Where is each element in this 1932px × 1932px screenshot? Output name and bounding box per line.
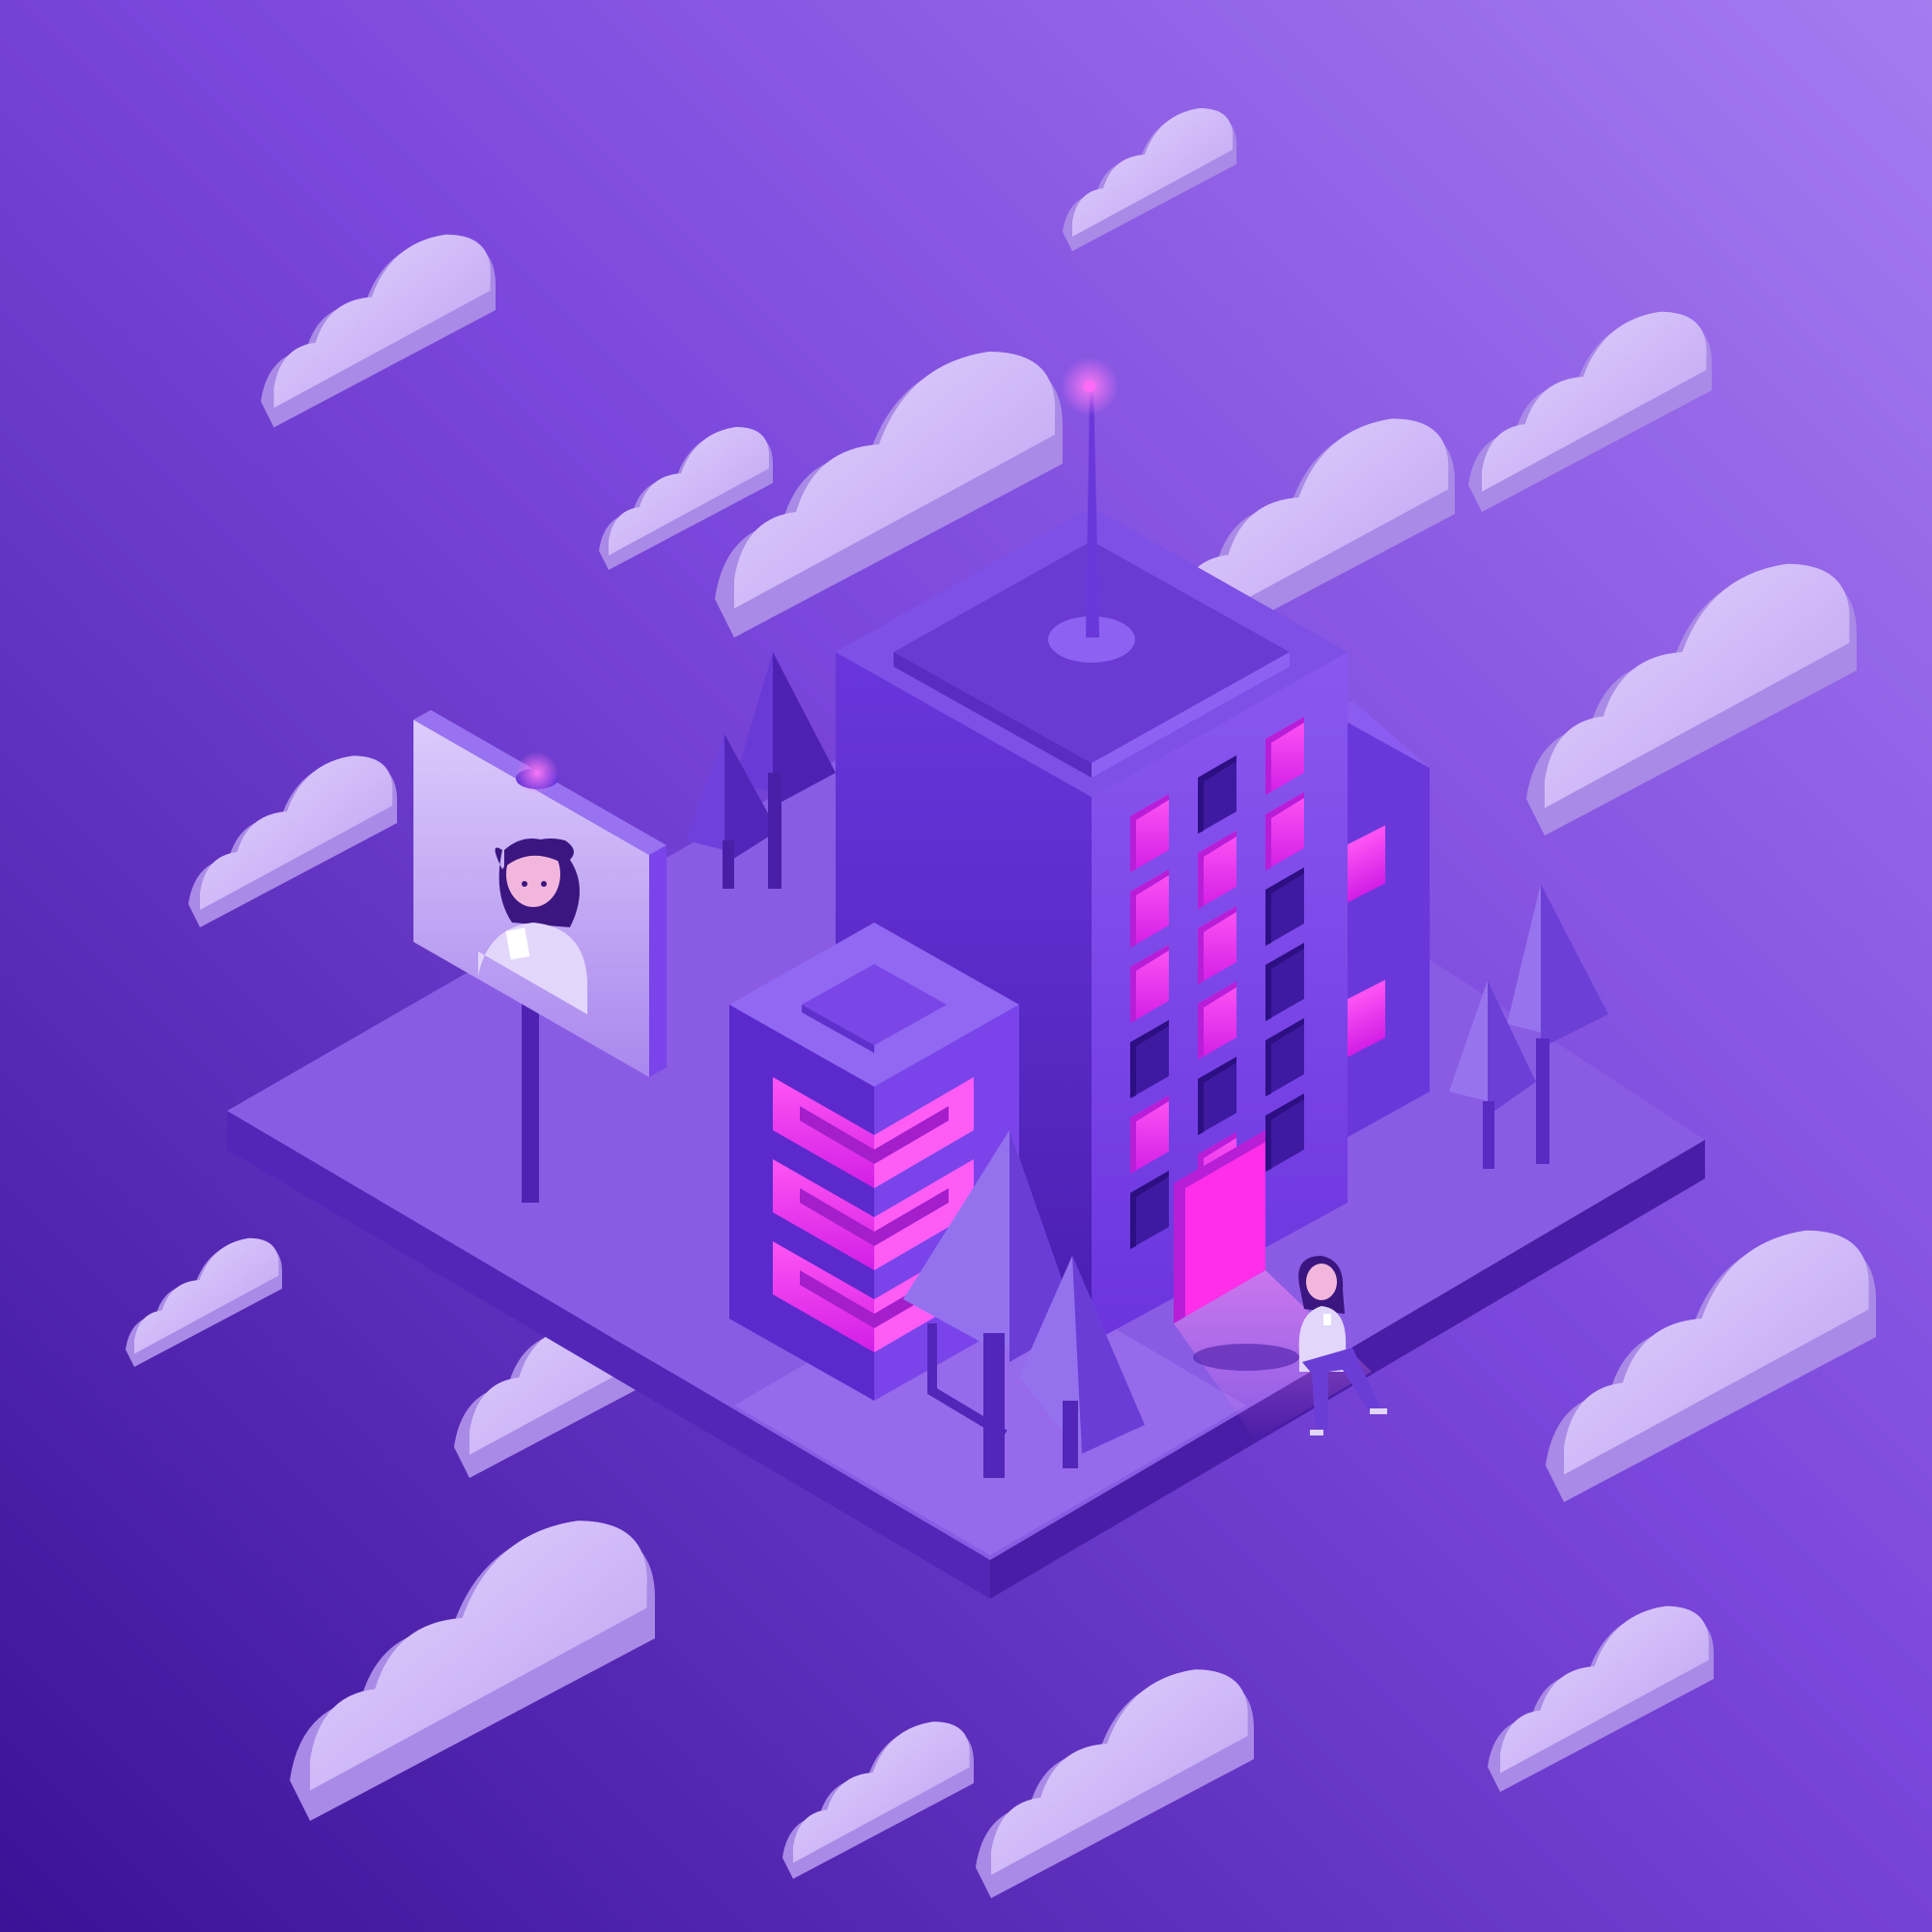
isometric-city-scene bbox=[0, 0, 1932, 1932]
